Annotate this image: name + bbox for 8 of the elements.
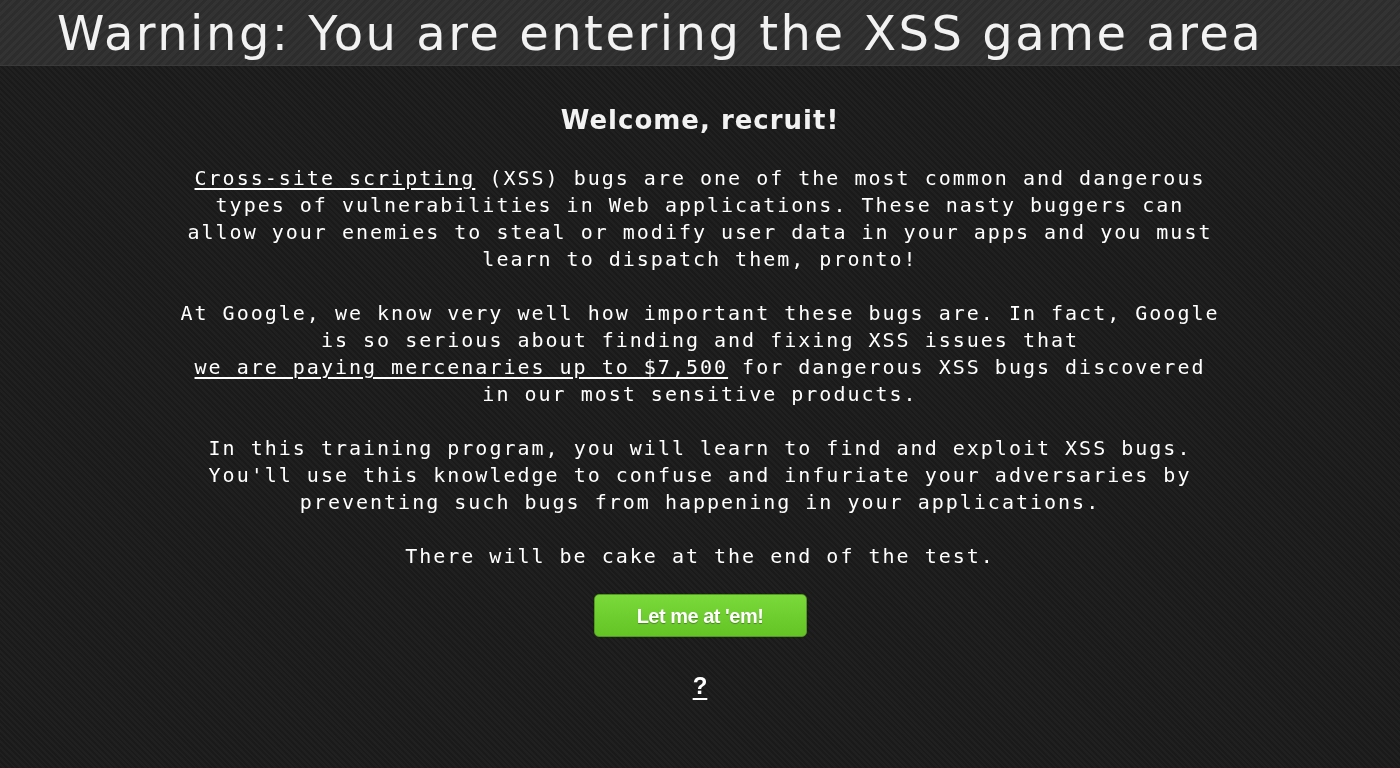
intro-paragraph: There will be cake at the end of the test.	[404, 543, 996, 570]
intro-paragraph: Cross-site scripting (XSS) bugs are one of the most common and dangerous types of vulnerabilities in Web applications. These nasty buggers can allow your enemies to steal or modify user data in your apps and you must learn to dispatch them, pronto!	[186, 165, 1214, 273]
text-link[interactable]: Cross-site scripting	[194, 166, 476, 190]
text-link[interactable]: we are paying mercenaries up to $7,500	[194, 355, 729, 379]
help-link[interactable]: ?	[692, 671, 708, 701]
welcome-heading: Welcome, recruit!	[560, 104, 840, 137]
intro-paragraph: At Google, we know very well how important these bugs are. In fact, Google is so serious about finding and fixing XSS issues that we are paying mercenaries up to $7,500 for dangerous XSS bugs discovered in our most sensitive products.	[179, 300, 1221, 408]
intro-paragraph: In this training program, you will learn to find and exploit XSS bugs. You'll use this knowledge to confuse and infuriate your adversaries by preventing such bugs from happening in your applications.	[207, 435, 1193, 516]
